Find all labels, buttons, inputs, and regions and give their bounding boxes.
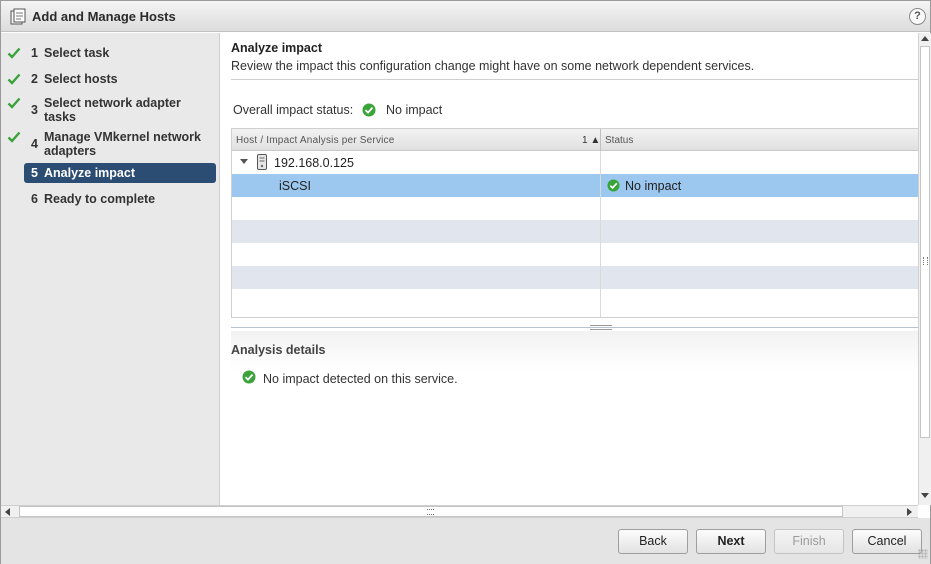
grid-header: Host / Impact Analysis per Service 1 ▲ S… bbox=[232, 129, 918, 151]
server-icon bbox=[257, 154, 267, 170]
column-header-host-service[interactable]: Host / Impact Analysis per Service bbox=[236, 135, 395, 146]
back-button[interactable]: Back bbox=[618, 529, 688, 554]
table-row-service[interactable]: iSCSI No impact bbox=[232, 174, 918, 197]
horizontal-scrollbar[interactable] bbox=[1, 505, 918, 518]
success-check-icon bbox=[242, 370, 256, 384]
button-bar: Back Next Finish Cancel bbox=[1, 518, 930, 564]
success-check-icon bbox=[607, 179, 620, 192]
page-subtitle: Review the impact this configuration cha… bbox=[231, 59, 755, 73]
impact-analysis-grid: Host / Impact Analysis per Service 1 ▲ S… bbox=[231, 128, 918, 318]
column-header-status[interactable]: Status bbox=[605, 135, 633, 146]
analysis-details-title: Analysis details bbox=[231, 343, 326, 357]
scroll-down-icon[interactable] bbox=[921, 493, 929, 498]
main-panel: Analyze impact Review the impact this co… bbox=[221, 33, 918, 505]
scroll-up-icon[interactable] bbox=[921, 36, 929, 41]
service-status: No impact bbox=[625, 179, 682, 193]
column-resize-handle[interactable] bbox=[600, 129, 601, 151]
scroll-left-icon[interactable] bbox=[5, 508, 10, 516]
table-row-empty bbox=[232, 197, 918, 220]
add-manage-hosts-dialog: Add and Manage Hosts ? 1 Select task 2 S… bbox=[0, 0, 931, 564]
page-title: Analyze impact bbox=[231, 41, 323, 55]
host-address: 192.168.0.125 bbox=[274, 156, 354, 170]
step-label: Ready to complete bbox=[44, 192, 156, 206]
resize-grip-icon[interactable] bbox=[918, 549, 928, 559]
step-analyze-impact[interactable]: 5 Analyze impact bbox=[24, 163, 216, 183]
overall-impact-value: No impact bbox=[386, 103, 443, 117]
step-label: Select hosts bbox=[44, 72, 118, 86]
divider bbox=[231, 79, 918, 80]
analysis-details-message: No impact detected on this service. bbox=[263, 372, 458, 386]
table-row-empty bbox=[232, 220, 918, 243]
service-name: iSCSI bbox=[279, 179, 311, 193]
step-label: Select network adapter tasks bbox=[44, 96, 181, 124]
wizard-steps-sidebar: 1 Select task 2 Select hosts 3 Select ne… bbox=[1, 33, 220, 505]
grip-icon bbox=[427, 509, 434, 515]
scroll-thumb[interactable] bbox=[19, 506, 843, 517]
table-row-empty bbox=[232, 289, 918, 312]
step-number: 3 bbox=[31, 103, 38, 117]
step-label: Select task bbox=[44, 46, 110, 60]
column-divider bbox=[600, 151, 601, 317]
step-number: 1 bbox=[31, 46, 38, 60]
step-label: Manage VMkernel network adapters bbox=[44, 130, 201, 158]
cancel-button[interactable]: Cancel bbox=[852, 529, 922, 554]
details-header-bg bbox=[231, 331, 918, 371]
table-row-host[interactable]: 192.168.0.125 bbox=[232, 151, 918, 174]
step-number: 4 bbox=[31, 137, 38, 151]
checkmark-icon bbox=[7, 97, 21, 109]
dialog-title: Add and Manage Hosts bbox=[32, 9, 176, 24]
step-number: 6 bbox=[31, 192, 38, 206]
wizard-icon bbox=[10, 8, 26, 25]
step-label: Analyze impact bbox=[44, 166, 136, 180]
title-bar: Add and Manage Hosts ? bbox=[1, 1, 930, 32]
sort-indicator[interactable]: 1 ▲ bbox=[582, 135, 600, 146]
checkmark-icon bbox=[7, 131, 21, 143]
table-row-empty bbox=[232, 243, 918, 266]
scroll-right-icon[interactable] bbox=[907, 508, 912, 516]
vertical-scrollbar[interactable] bbox=[918, 33, 931, 505]
checkmark-icon bbox=[7, 47, 21, 59]
splitter-grip-icon[interactable] bbox=[590, 325, 612, 330]
step-number: 2 bbox=[31, 72, 38, 86]
table-row-empty bbox=[232, 266, 918, 289]
pane-splitter[interactable] bbox=[231, 327, 918, 328]
overall-impact-label: Overall impact status: bbox=[233, 103, 354, 117]
next-button[interactable]: Next bbox=[696, 529, 766, 554]
expand-collapse-icon[interactable] bbox=[240, 159, 248, 164]
scroll-thumb[interactable] bbox=[920, 46, 930, 438]
checkmark-icon bbox=[7, 73, 21, 85]
finish-button[interactable]: Finish bbox=[774, 529, 844, 554]
success-check-icon bbox=[362, 103, 376, 117]
help-button[interactable]: ? bbox=[909, 8, 926, 25]
step-number: 5 bbox=[31, 166, 38, 180]
grip-icon bbox=[923, 257, 928, 265]
